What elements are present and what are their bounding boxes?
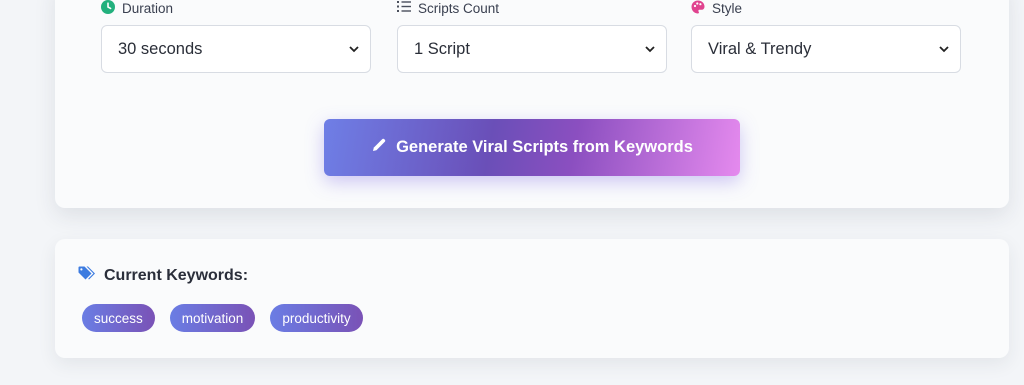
duration-select[interactable]: 30 seconds	[101, 25, 371, 73]
clock-icon	[101, 0, 115, 17]
script-settings-card: Duration 30 seconds Scripts Count 1 Scri…	[55, 0, 1009, 208]
keyword-chip[interactable]: motivation	[169, 304, 256, 332]
tags-icon	[78, 266, 96, 286]
current-keywords-title: Current Keywords:	[104, 267, 249, 284]
keyword-chip[interactable]: productivity	[270, 304, 363, 332]
current-keywords-heading: Current Keywords:	[78, 266, 248, 286]
chevron-down-icon	[644, 43, 656, 55]
scripts-count-label-row: Scripts Count	[397, 0, 499, 16]
duration-field: Duration 30 seconds	[101, 0, 371, 73]
style-label: Style	[712, 0, 743, 16]
numbered-list-icon	[397, 0, 411, 16]
pencil-icon	[371, 137, 387, 158]
duration-label: Duration	[122, 0, 174, 16]
chevron-down-icon	[938, 43, 950, 55]
style-value: Viral & Trendy	[708, 39, 812, 58]
duration-label-row: Duration	[101, 0, 173, 16]
keyword-chip[interactable]: success	[82, 304, 155, 332]
scripts-count-select[interactable]: 1 Script	[397, 25, 667, 73]
scripts-count-label: Scripts Count	[418, 0, 500, 16]
style-label-row: Style	[691, 0, 742, 16]
palette-icon	[691, 0, 705, 17]
style-field: Style Viral & Trendy	[691, 0, 961, 73]
generate-scripts-button[interactable]: Generate Viral Scripts from Keywords	[324, 119, 740, 176]
style-select[interactable]: Viral & Trendy	[691, 25, 961, 73]
keyword-chip-list: success motivation productivity	[82, 304, 363, 332]
scripts-count-field: Scripts Count 1 Script	[397, 0, 667, 73]
duration-value: 30 seconds	[118, 39, 203, 58]
chevron-down-icon	[348, 43, 360, 55]
current-keywords-card: Current Keywords: success motivation pro…	[55, 239, 1009, 358]
generate-scripts-label: Generate Viral Scripts from Keywords	[396, 138, 693, 156]
scripts-count-value: 1 Script	[414, 39, 470, 58]
